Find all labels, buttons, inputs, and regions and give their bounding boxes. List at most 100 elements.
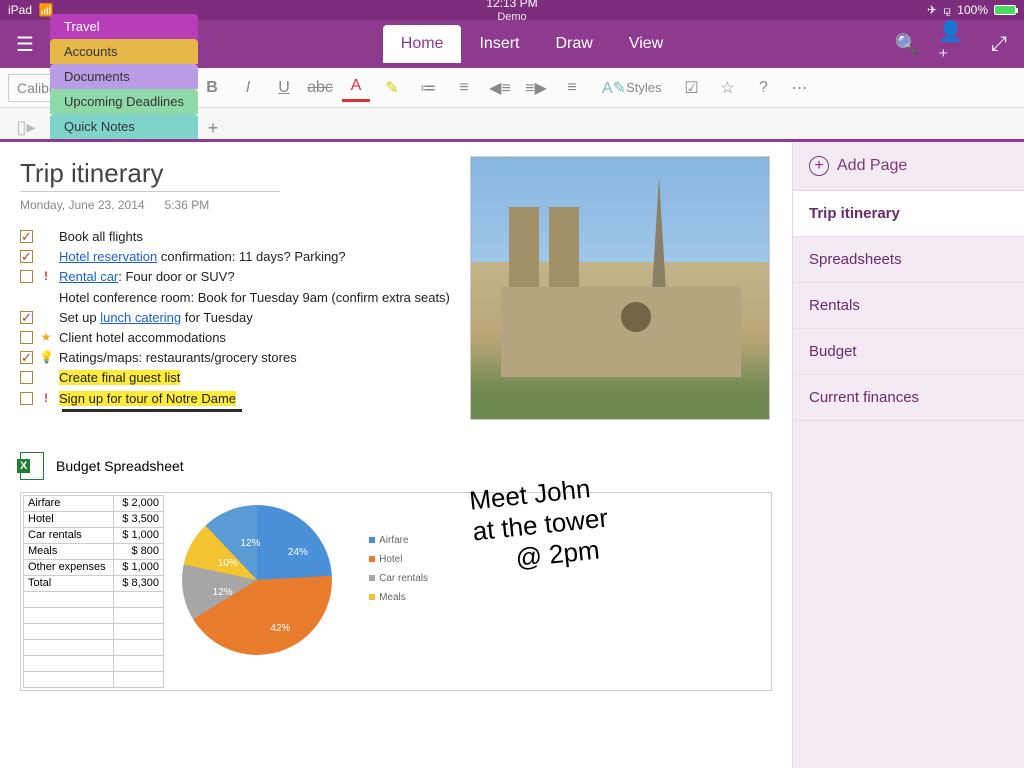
todo-tag-button[interactable]: ☑ [677,74,705,102]
status-time: 12:13 PM [486,0,537,11]
todo-text[interactable]: Rental car: Four door or SUV? [59,268,235,286]
photo-notre-dame[interactable] [470,156,770,420]
table-cell: Total [24,575,114,591]
pie-slice-label: 24% [288,547,308,558]
styles-button[interactable]: A✎ Styles [594,74,669,102]
todo-text[interactable]: Hotel conference room: Book for Tuesday … [59,289,450,307]
table-cell: $ 800 [114,543,164,559]
attachment-label: Budget Spreadsheet [56,458,184,474]
legend-item: Airfare [369,535,428,546]
table-cell: Car rentals [24,527,114,543]
outdent-button[interactable]: ◀≡ [486,74,514,102]
todo-checkbox[interactable] [20,250,33,263]
star-tag-button[interactable]: ☆ [713,74,741,102]
pie-slice-label: 12% [213,587,233,598]
budget-table: Airfare$ 2,000Hotel$ 3,500Car rentals$ 1… [23,495,164,688]
legend-item: Hotel [369,554,428,565]
page-canvas[interactable]: Trip itinerary Monday, June 23, 2014 5:3… [0,142,792,768]
ink-underline [62,409,242,412]
table-cell: Meals [24,543,114,559]
table-cell: Other expenses [24,559,114,575]
numbering-button[interactable]: ≡ [450,74,478,102]
section-tab-upcoming-deadlines[interactable]: Upcoming Deadlines [50,89,198,114]
section-tabs: ▯▸ TravelAccountsDocumentsUpcoming Deadl… [0,108,1024,142]
page-list-item[interactable]: Current finances [793,375,1024,421]
align-button[interactable]: ≡ [558,74,586,102]
battery-icon [994,5,1016,15]
todo-checkbox[interactable] [20,371,33,384]
ribbon-tabs: Home Insert Draw View [383,25,681,63]
chart-legend: Airfare Hotel Car rentals Meals [369,535,428,611]
notebooks-icon[interactable]: ▯▸ [10,115,42,139]
todo-tag-icon: ! [39,390,53,407]
todo-checkbox[interactable] [20,392,33,405]
pages-panel: + Add Page Trip itinerarySpreadsheetsRen… [792,142,1024,768]
bold-button[interactable]: B [198,74,226,102]
section-tab-quick-notes[interactable]: Quick Notes [50,114,198,139]
page-list-item[interactable]: Budget [793,329,1024,375]
todo-text[interactable]: Client hotel accommodations [59,329,226,347]
table-cell: $ 1,000 [114,559,164,575]
table-cell: $ 1,000 [114,527,164,543]
section-tab-accounts[interactable]: Accounts [50,39,198,64]
legend-item: Meals [369,592,428,603]
pie-slice-label: 10% [218,558,238,569]
menu-icon[interactable]: ☰ [10,29,40,59]
strike-button[interactable]: abc [306,74,334,102]
underline-button[interactable]: U [270,74,298,102]
fullscreen-icon[interactable]: ⤢ [984,29,1014,59]
excel-file-icon[interactable] [20,452,44,480]
battery-pct: 100% [957,3,988,17]
todo-tag-icon: 💡 [39,349,53,366]
todo-text[interactable]: Set up lunch catering for Tuesday [59,309,253,327]
todo-checkbox[interactable] [20,270,33,283]
add-page-button[interactable]: + Add Page [793,142,1024,191]
todo-text[interactable]: Hotel reservation confirmation: 11 days?… [59,248,346,266]
question-tag-button[interactable]: ? [749,74,777,102]
table-cell: Airfare [24,495,114,511]
table-cell: $ 8,300 [114,575,164,591]
todo-tag-icon: ★ [39,329,53,346]
todo-text[interactable]: Book all flights [59,228,143,246]
tab-draw[interactable]: Draw [537,25,610,63]
highlight-button[interactable]: ✎ [378,74,406,102]
more-tags-button[interactable]: ⋯ [785,74,813,102]
share-icon[interactable]: 👤⁺ [938,29,968,59]
pie-slice-label: 12% [240,538,260,549]
todo-checkbox[interactable] [20,331,33,344]
bluetooth-icon: ⚼ [943,3,951,18]
page-time: 5:36 PM [165,198,210,212]
todo-tag-icon: ! [39,268,53,285]
table-cell: Hotel [24,511,114,527]
todo-checkbox[interactable] [20,230,33,243]
page-list-item[interactable]: Trip itinerary [793,191,1024,237]
add-section-button[interactable]: + [200,118,226,139]
section-tab-documents[interactable]: Documents [50,64,198,89]
pie-chart: AirfareHotelCar rentalsMeals 24%42%12%10… [172,495,432,688]
indent-button[interactable]: ≡▶ [522,74,550,102]
search-icon[interactable]: 🔍 [892,29,922,59]
legend-item: Car rentals [369,573,428,584]
todo-checkbox[interactable] [20,351,33,364]
table-cell: $ 3,500 [114,511,164,527]
todo-text[interactable]: Ratings/maps: restaurants/grocery stores [59,349,297,367]
pie-slice-label: 42% [270,623,290,634]
notebook-name: Demo [486,11,537,23]
page-list-item[interactable]: Rentals [793,283,1024,329]
todo-text[interactable]: Sign up for tour of Notre Dame [59,390,236,408]
tab-insert[interactable]: Insert [461,25,537,63]
plus-icon: + [809,156,829,176]
tab-home[interactable]: Home [383,25,462,63]
device-label: iPad 📶 [8,3,54,17]
tab-view[interactable]: View [611,25,681,63]
todo-text[interactable]: Create final guest list [59,369,180,387]
section-tab-travel[interactable]: Travel [50,14,198,39]
todo-checkbox[interactable] [20,311,33,324]
page-date: Monday, June 23, 2014 [20,198,145,212]
table-cell: $ 2,000 [114,495,164,511]
font-color-button[interactable]: A [342,74,370,102]
location-icon: ✈︎ [927,3,937,17]
page-list-item[interactable]: Spreadsheets [793,237,1024,283]
bullets-button[interactable]: ≔ [414,74,442,102]
italic-button[interactable]: I [234,74,262,102]
